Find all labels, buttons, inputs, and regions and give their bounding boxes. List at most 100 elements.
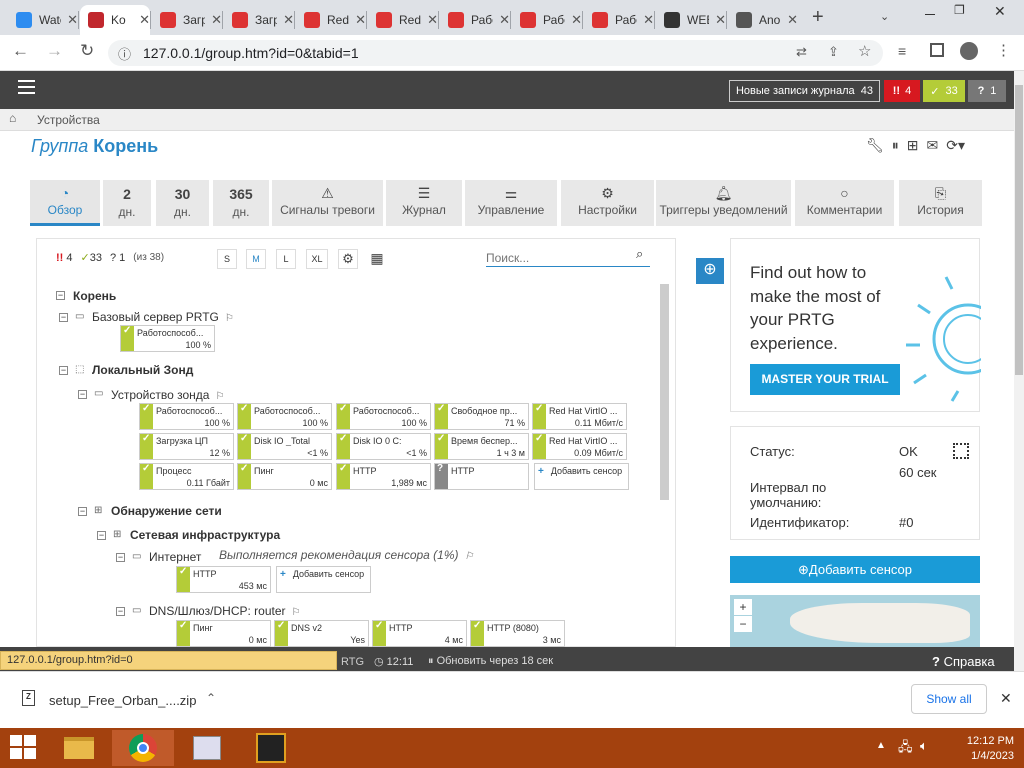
close-tab-icon[interactable]: ✕ — [427, 12, 438, 28]
tab-9[interactable]: 🔔︎ Триггеры уведомлений — [656, 180, 791, 226]
sensor-tile[interactable]: ✓ Процесс 0.11 Гбайт — [139, 463, 234, 490]
tab-4[interactable]: 365 дн. — [213, 180, 269, 226]
search-icon[interactable]: ⌕ — [636, 246, 643, 262]
tree-root[interactable]: Корень — [73, 289, 116, 303]
browser-tab[interactable]: Anony ✕ — [728, 5, 798, 35]
browser-tab[interactable]: Рабо ✕ — [584, 5, 654, 35]
close-tab-icon[interactable]: ✕ — [139, 12, 150, 28]
file-explorer-icon[interactable] — [48, 730, 110, 766]
close-tab-icon[interactable]: ✕ — [283, 12, 294, 28]
sensor-tile[interactable]: ✓ DNS v2 Yes — [274, 620, 369, 647]
sensor-tile[interactable]: ✓ Свободное пр... 71 % — [434, 403, 529, 430]
browser-tab[interactable]: Watch ✕ — [8, 5, 78, 35]
sensor-tile[interactable]: ✓ Работоспособ... 100 % — [237, 403, 332, 430]
unknown-badge[interactable]: ? 1 — [968, 80, 1006, 102]
sensor-tile[interactable]: ✓ Время беспер... 1 ч 3 м — [434, 433, 529, 460]
tab-search-chevron-icon[interactable]: ⌄ — [880, 10, 889, 23]
zoom-out-button[interactable]: − — [734, 616, 752, 632]
add-sensor-button[interactable]: ⊕Добавить сенсор — [730, 556, 980, 583]
tree-probe-server[interactable]: Базовый сервер PRTG ⚐ — [92, 310, 234, 324]
master-trial-button[interactable]: MASTER YOUR TRIAL — [750, 364, 900, 395]
share-icon[interactable]: ⇪ — [828, 44, 839, 60]
sensor-tile[interactable]: ✓ Red Hat VirtIO ... 0.11 Мбит/с — [532, 403, 627, 430]
tree-scrollbar[interactable] — [660, 284, 669, 500]
app-icon[interactable] — [240, 730, 302, 766]
close-tab-icon[interactable]: ✕ — [715, 12, 726, 28]
size-button-m[interactable]: M — [246, 249, 266, 269]
browser-tab[interactable]: Red H ✕ — [368, 5, 438, 35]
qr-code-icon[interactable] — [953, 443, 969, 459]
reload-icon[interactable]: ↻ — [80, 41, 94, 61]
wrench-icon[interactable]: 🔧︎ — [866, 137, 884, 154]
sensor-tile[interactable]: ✓ HTTP 4 мс — [372, 620, 467, 647]
refresh-dropdown-icon[interactable]: ⟳▾ — [946, 137, 965, 154]
zoom-in-button[interactable]: + — [734, 599, 752, 615]
view-settings-icon[interactable]: ⚙ — [338, 249, 358, 269]
sensor-tile[interactable]: ✓ Пинг 0 мс — [176, 620, 271, 647]
tab-7[interactable]: ⚌ Управление — [465, 180, 557, 226]
tree-internet[interactable]: Интернет — [149, 550, 201, 564]
tab-11[interactable]: ⎘ История — [899, 180, 982, 226]
tab-3[interactable]: 30 дн. — [156, 180, 209, 226]
tree-network-infra[interactable]: Сетевая инфраструктура — [130, 528, 280, 542]
chrome-icon[interactable] — [112, 730, 174, 766]
download-filename[interactable]: setup_Free_Orban_....zip — [49, 693, 196, 708]
new-tab-button[interactable]: + — [812, 6, 824, 29]
site-info-icon[interactable]: ⓘ — [118, 44, 131, 63]
flag-icon[interactable]: ⚐ — [215, 391, 224, 402]
collapse-dns[interactable]: − — [116, 607, 125, 616]
sensor-tile[interactable]: ✓ HTTP 453 мс — [176, 566, 271, 593]
tab-5[interactable]: ⚠ Сигналы тревоги — [272, 180, 383, 226]
profile-avatar[interactable] — [960, 42, 978, 60]
filter-alarm[interactable]: !! 4 — [56, 252, 73, 264]
tree-network-discovery[interactable]: Обнаружение сети — [111, 504, 222, 518]
sensor-tile[interactable]: ✓ Работоспособ... 100 % — [336, 403, 431, 430]
collapse-network-discovery[interactable]: − — [78, 507, 87, 516]
start-button[interactable] — [10, 735, 38, 761]
browser-tab[interactable]: Рабо ✕ — [512, 5, 582, 35]
add-sensor-tile[interactable]: + Добавить сенсор — [276, 566, 371, 593]
sensor-tile[interactable]: ✓ Загрузка ЦП 12 % — [139, 433, 234, 460]
browser-tab[interactable]: Загру ✕ — [224, 5, 294, 35]
flag-icon[interactable]: ⚐ — [292, 607, 301, 618]
mail-icon[interactable]: ✉ — [927, 137, 939, 154]
grid-view-icon[interactable]: ▦ — [367, 249, 387, 269]
pause-icon[interactable]: ⏸︎ — [892, 137, 899, 154]
browser-tab[interactable]: Загру ✕ — [152, 5, 222, 35]
filter-unknown[interactable]: ? 1 — [110, 252, 125, 264]
close-window-button[interactable]: ✕ — [994, 3, 1006, 20]
url-text[interactable]: 127.0.0.1/group.htm?id=0&tabid=1 — [143, 45, 359, 61]
volume-tray-icon[interactable]: 🔈︎ — [920, 738, 928, 754]
performance-monitor-icon[interactable] — [176, 730, 238, 766]
close-tab-icon[interactable]: ✕ — [211, 12, 222, 28]
collapse-local-probe[interactable]: − — [59, 366, 68, 375]
panel-toggle-button[interactable]: ⊕ — [696, 258, 724, 284]
size-button-xl[interactable]: XL — [306, 249, 328, 269]
size-button-s[interactable]: S — [217, 249, 237, 269]
alarm-badge[interactable]: !! 4 — [884, 80, 920, 102]
close-tab-icon[interactable]: ✕ — [355, 12, 366, 28]
close-download-bar-icon[interactable]: ✕ — [1000, 690, 1012, 707]
network-tray-icon[interactable]: 🖧︎ — [898, 738, 913, 760]
close-tab-icon[interactable]: ✕ — [67, 12, 78, 28]
help-link[interactable]: ? Справка — [932, 654, 995, 669]
restore-button[interactable]: ❐ — [954, 3, 965, 17]
breadcrumb-devices[interactable]: Устройства — [37, 113, 100, 127]
clock[interactable]: 12:12 PM 1/4/2023 — [944, 734, 1014, 764]
translate-icon[interactable]: ⇄ — [796, 44, 807, 60]
sensor-tile[interactable]: ✓ Работоспособ... 100 % — [120, 325, 215, 352]
sensor-tile[interactable]: ✓ Red Hat VirtIO ... 0.09 Мбит/с — [532, 433, 627, 460]
close-tab-icon[interactable]: ✕ — [571, 12, 582, 28]
flag-icon[interactable]: ⚐ — [225, 313, 234, 324]
collapse-network-infra[interactable]: − — [97, 531, 106, 540]
back-icon[interactable]: ← — [12, 41, 29, 61]
collapse-probe-device[interactable]: − — [78, 390, 87, 399]
collapse-probe-server[interactable]: − — [59, 313, 68, 322]
page-scrollbar[interactable] — [1014, 71, 1024, 671]
refresh-status[interactable]: ⏸︎ Обновить через 18 сек — [428, 655, 553, 668]
new-log-entries-badge[interactable]: Новые записи журнала 43 — [729, 80, 880, 102]
tree-probe-device[interactable]: Устройство зонда ⚐ — [111, 388, 224, 402]
tray-chevron-icon[interactable]: ▲ — [876, 740, 886, 751]
sensor-tile[interactable]: ✓ Disk IO _Total <1 % — [237, 433, 332, 460]
sensor-tile[interactable]: ✓ Работоспособ... 100 % — [139, 403, 234, 430]
